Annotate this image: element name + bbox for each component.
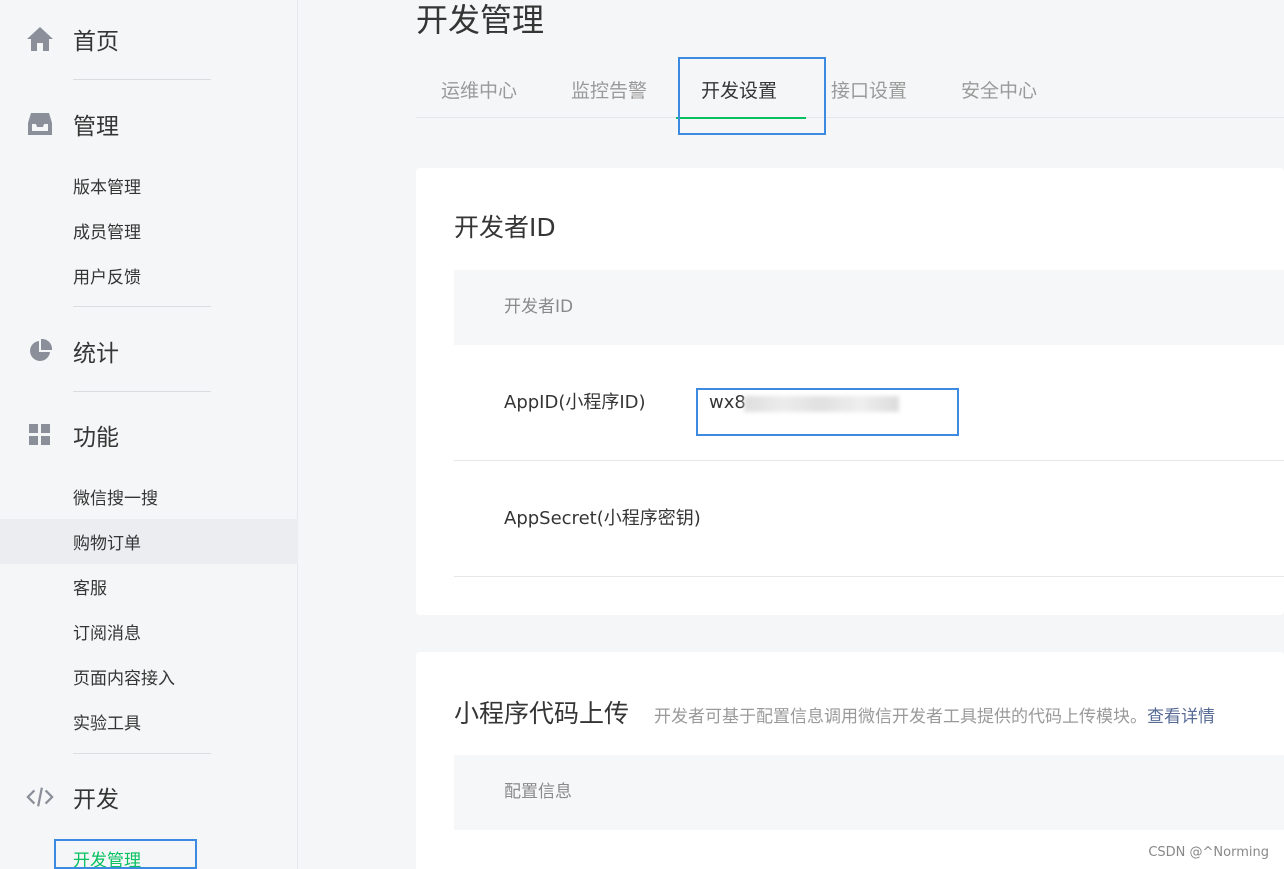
pie-chart-icon: [26, 337, 54, 365]
sidebar-item-label: 成员管理: [73, 223, 141, 243]
sidebar-item-page-content[interactable]: 页面内容接入: [0, 654, 298, 699]
sidebar-item-customer-service[interactable]: 客服: [0, 564, 298, 609]
sidebar-item-experiment-tools[interactable]: 实验工具: [0, 699, 298, 744]
sidebar-item-subscribe-message[interactable]: 订阅消息: [0, 609, 298, 654]
description-text: 开发者可基于配置信息调用微信开发者工具提供的代码上传模块。: [654, 707, 1147, 727]
sidebar-group-label: 首页: [73, 29, 119, 55]
watermark: CSDN @^Norming: [1148, 845, 1269, 860]
sidebar-item-orders[interactable]: 购物订单: [0, 519, 298, 564]
sidebar-group-label: 开发: [73, 787, 119, 813]
divider: [73, 306, 211, 307]
inbox-icon: [26, 110, 54, 138]
table-row-appsecret: AppSecret(小程序密钥): [454, 461, 1284, 577]
sidebar-item-label: 客服: [73, 579, 107, 599]
highlight-box: [54, 839, 197, 869]
tab-security[interactable]: 安全中心: [961, 66, 1037, 117]
sidebar-item-label: 购物订单: [73, 534, 141, 554]
sidebar-group-label: 功能: [73, 425, 119, 451]
sidebar-group-features[interactable]: 功能: [0, 414, 298, 456]
card-title: 开发者ID: [454, 213, 556, 242]
page-title: 开发管理: [416, 1, 545, 39]
sidebar-item-members[interactable]: 成员管理: [0, 208, 298, 253]
sidebar-group-label: 管理: [73, 114, 119, 140]
sidebar-item-label: 微信搜一搜: [73, 489, 158, 509]
table-header: 开发者ID: [454, 270, 1284, 345]
tab-api-settings[interactable]: 接口设置: [831, 66, 907, 117]
grid-icon: [26, 421, 54, 449]
sidebar-item-version[interactable]: 版本管理: [0, 163, 298, 208]
sidebar-item-label: 订阅消息: [73, 624, 141, 644]
table-header-label: 配置信息: [504, 782, 572, 802]
tab-monitor[interactable]: 监控告警: [571, 66, 647, 117]
sidebar-item-label: 版本管理: [73, 178, 141, 198]
home-icon: [26, 25, 54, 53]
sidebar-item-feedback[interactable]: 用户反馈: [0, 253, 298, 298]
sidebar-group-develop[interactable]: 开发: [0, 776, 298, 818]
tab-ops[interactable]: 运维中心: [441, 66, 517, 117]
view-details-link[interactable]: 查看详情: [1147, 707, 1215, 727]
highlight-box: [696, 388, 959, 436]
appid-label: AppID(小程序ID): [504, 392, 646, 413]
code-upload-card: 小程序代码上传 开发者可基于配置信息调用微信开发者工具提供的代码上传模块。查看详…: [416, 652, 1284, 869]
sidebar: 首页 管理 版本管理 成员管理 用户反馈 统计 功能 微信搜一搜 购物订单 客服…: [0, 0, 298, 869]
appsecret-label: AppSecret(小程序密钥): [504, 508, 701, 529]
card-title: 小程序代码上传: [454, 699, 630, 728]
code-icon: [26, 783, 54, 811]
table-header-label: 开发者ID: [504, 297, 574, 317]
divider: [73, 391, 211, 392]
sidebar-group-label: 统计: [73, 341, 119, 367]
tab-bar: 运维中心 监控告警 开发设置 接口设置 安全中心: [416, 66, 1284, 119]
sidebar-group-manage[interactable]: 管理: [0, 103, 298, 145]
sidebar-group-stats[interactable]: 统计: [0, 330, 298, 372]
sidebar-group-home[interactable]: 首页: [0, 18, 298, 60]
divider: [73, 753, 211, 754]
sidebar-item-label: 页面内容接入: [73, 669, 175, 689]
sidebar-item-label: 实验工具: [73, 714, 141, 734]
sidebar-item-wechat-search[interactable]: 微信搜一搜: [0, 474, 298, 519]
card-description: 开发者可基于配置信息调用微信开发者工具提供的代码上传模块。查看详情: [654, 702, 1215, 727]
divider: [73, 79, 211, 80]
table-header: 配置信息: [454, 755, 1284, 830]
highlight-box: [678, 57, 826, 135]
sidebar-item-label: 用户反馈: [73, 268, 141, 288]
